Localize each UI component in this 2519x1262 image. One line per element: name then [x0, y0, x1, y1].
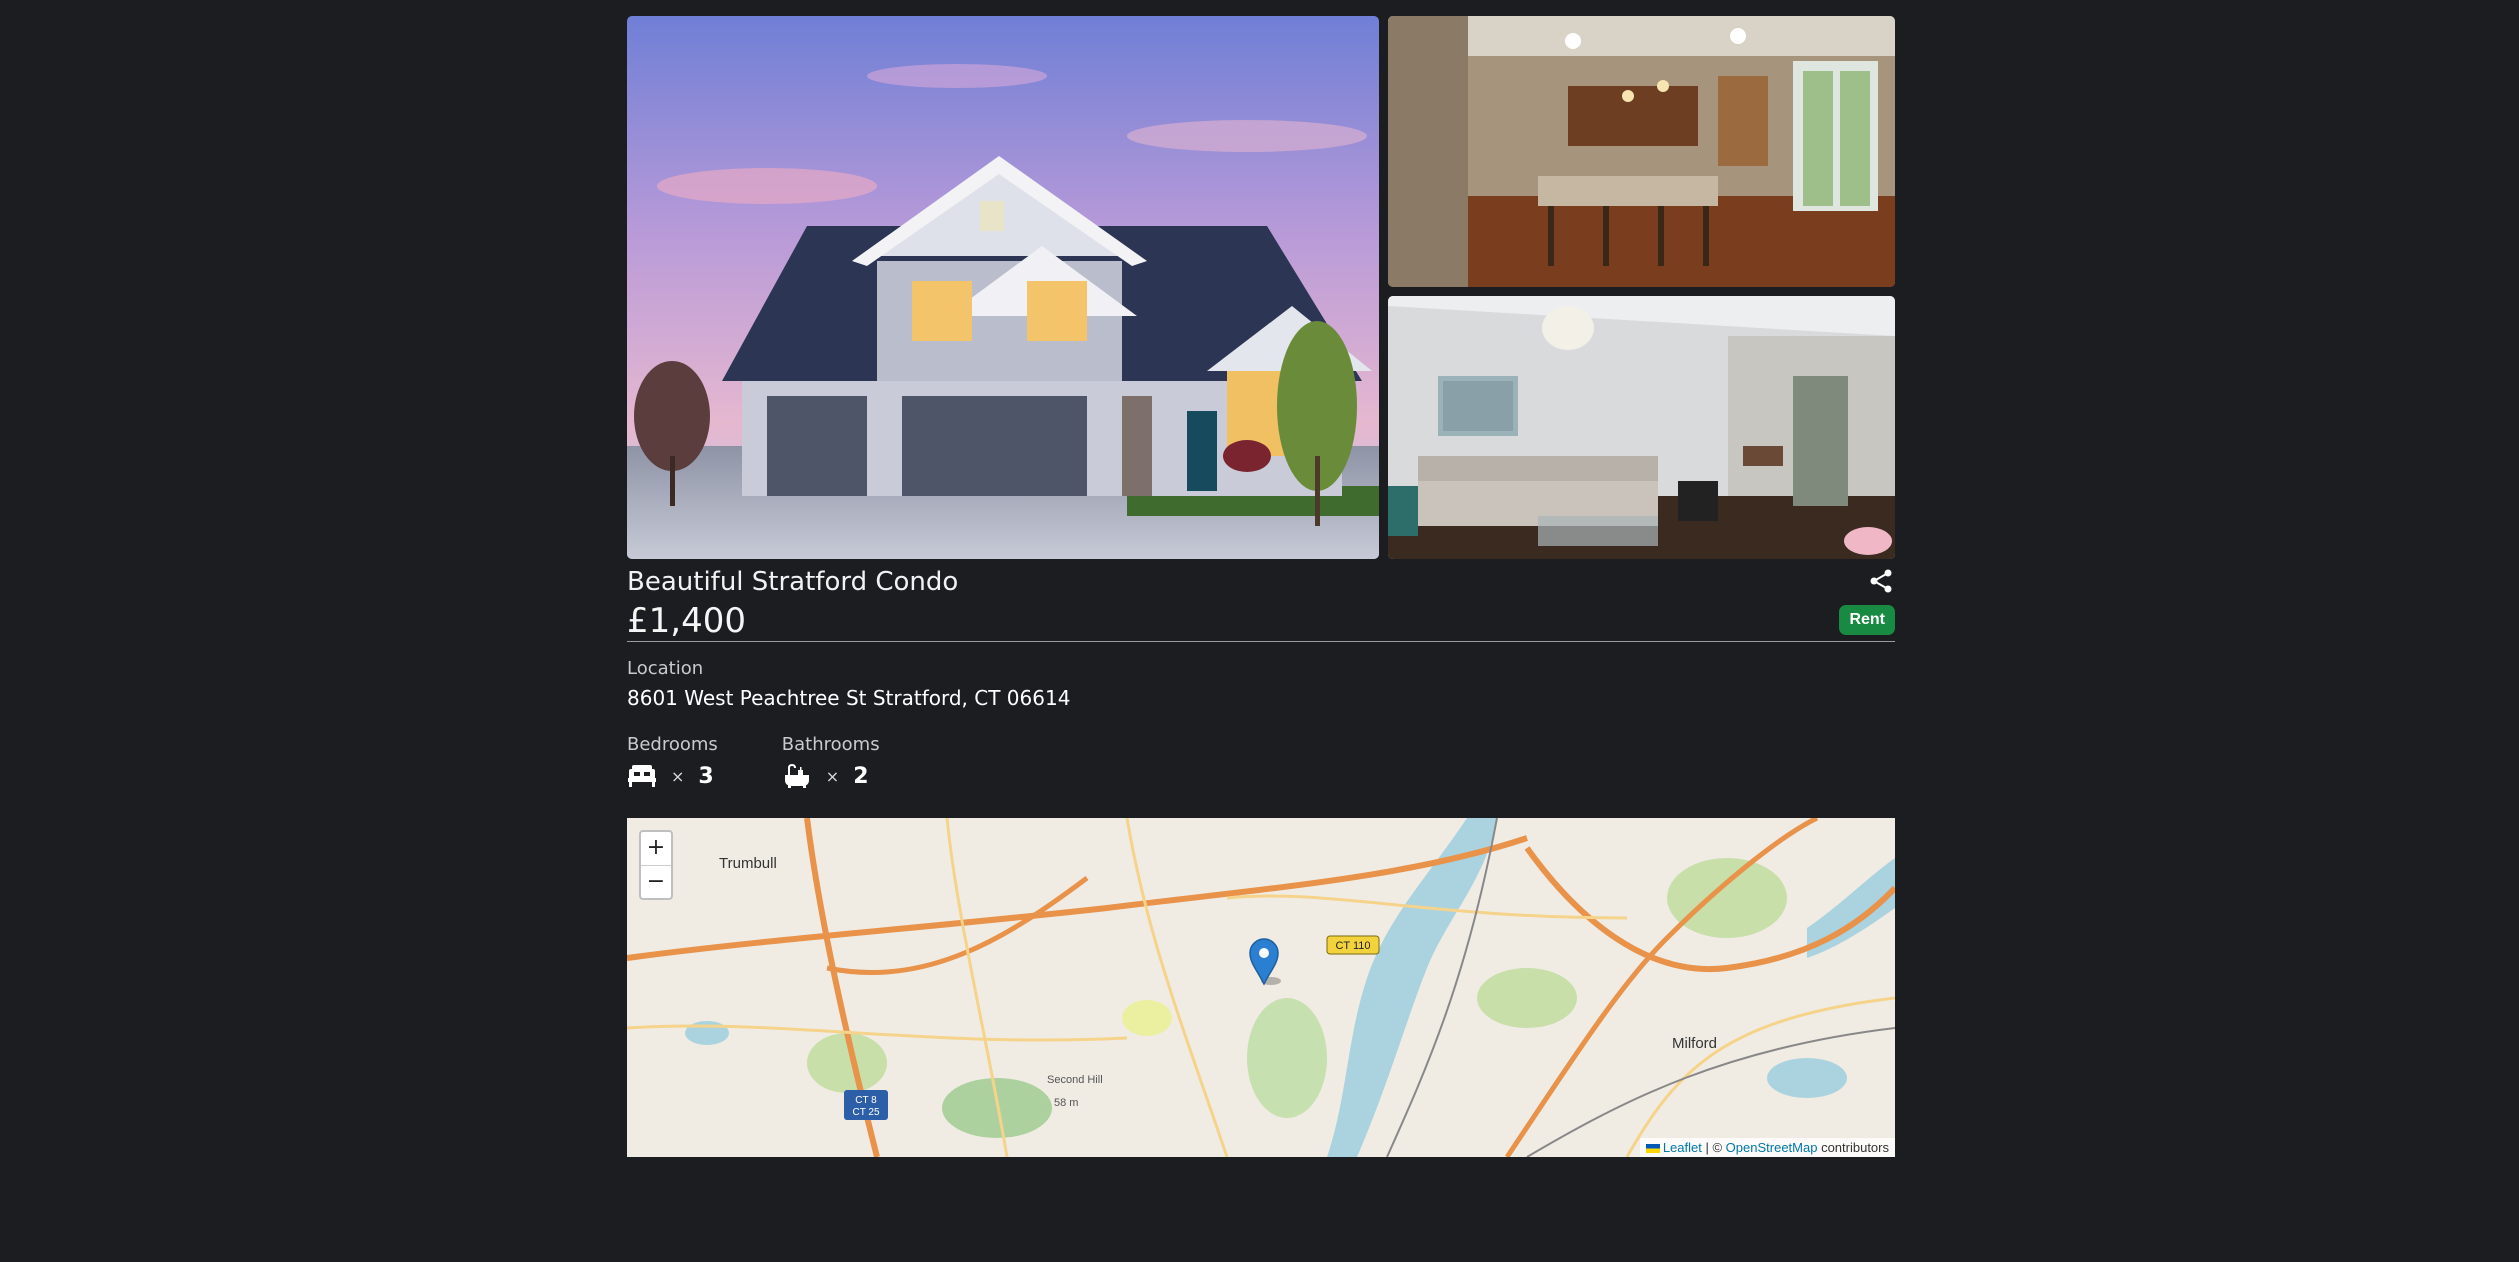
share-button[interactable]: [1867, 567, 1895, 595]
bathrooms-count: 2: [853, 763, 869, 789]
map-tiles[interactable]: Trumbull Milford Second Hill 58 m CT 110…: [627, 818, 1895, 1157]
photo-kitchen[interactable]: [1388, 16, 1895, 287]
map-label-trumbull: Trumbull: [719, 855, 777, 872]
bathrooms-info: Bathrooms × 2: [782, 734, 880, 791]
listing-type-badge: Rent: [1839, 605, 1895, 635]
listing-title: Beautiful Stratford Condo: [627, 567, 959, 597]
zoom-out-button[interactable]: −: [641, 865, 671, 898]
map-label-ct25: CT 25: [852, 1107, 879, 1118]
photo-gallery: [627, 16, 1895, 559]
listing-price: £1,400: [627, 601, 746, 641]
bed-icon: [628, 765, 656, 787]
listing-header: Beautiful Stratford Condo £1,400 Rent: [627, 559, 1895, 641]
map-label-ct110: CT 110: [1335, 940, 1370, 952]
location-label: Location: [627, 658, 704, 679]
location-map[interactable]: Trumbull Milford Second Hill 58 m CT 110…: [627, 818, 1895, 1157]
attribution-tail: contributors: [1817, 1140, 1889, 1155]
openstreetmap-link[interactable]: OpenStreetMap: [1726, 1140, 1818, 1155]
share-icon: [1870, 569, 1892, 593]
map-label-second-hill: Second Hill: [1047, 1074, 1103, 1086]
photo-house-exterior[interactable]: [627, 16, 1379, 559]
zoom-in-button[interactable]: +: [641, 832, 671, 865]
bedrooms-info: Bedrooms × 3: [627, 734, 718, 791]
header-divider: [627, 641, 1895, 642]
map-label-ct8: CT 8: [855, 1095, 877, 1106]
map-attribution: Leaflet | © OpenStreetMap contributors: [1639, 1138, 1895, 1157]
map-zoom-control: + −: [639, 830, 673, 900]
bedrooms-times: ×: [671, 766, 685, 786]
listing-address: 8601 West Peachtree St Stratford, CT 066…: [627, 686, 1071, 710]
leaflet-link[interactable]: Leaflet: [1663, 1140, 1702, 1155]
bedrooms-label: Bedrooms: [627, 734, 718, 755]
map-marker-icon[interactable]: [1247, 936, 1281, 986]
ukraine-flag-icon: [1645, 1144, 1660, 1154]
location-section: Location 8601 West Peachtree St Stratfor…: [627, 658, 1895, 710]
room-counts: Bedrooms × 3 Bathrooms × 2: [627, 734, 1895, 791]
attribution-separator: | ©: [1701, 1140, 1726, 1155]
listing-page: Beautiful Stratford Condo £1,400 Rent Lo…: [627, 16, 1895, 1157]
bedrooms-count: 3: [698, 763, 714, 789]
map-label-milford: Milford: [1672, 1035, 1717, 1052]
bath-icon: [784, 763, 809, 788]
map-label-elevation: 58 m: [1054, 1097, 1078, 1109]
bathrooms-times: ×: [825, 766, 840, 786]
photo-living-room[interactable]: [1388, 296, 1895, 559]
bathrooms-label: Bathrooms: [781, 734, 880, 755]
